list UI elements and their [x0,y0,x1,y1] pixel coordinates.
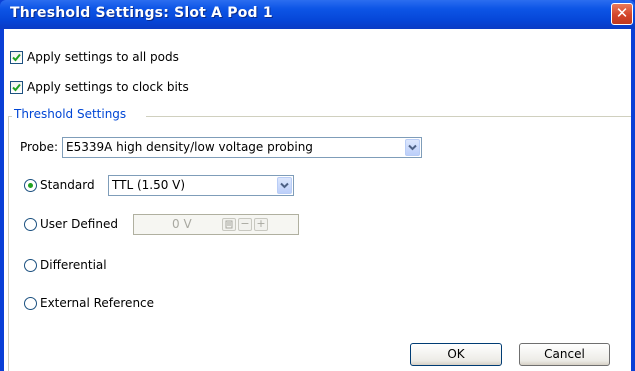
cancel-button[interactable]: Cancel [519,343,610,366]
ok-button[interactable]: OK [410,343,502,366]
differential-label[interactable]: Differential [40,258,107,272]
dialog-window: Threshold Settings: Slot A Pod 1 ✕ Apply… [0,0,635,371]
user-defined-voltage-value: 0 V [172,217,192,231]
close-icon: ✕ [615,4,629,22]
dialog-body: Apply settings to all pods Apply setting… [4,29,631,371]
chevron-down-icon [280,182,289,189]
standard-radio[interactable] [24,179,37,192]
checkmark-icon [12,53,21,62]
apply-clock-bits-label[interactable]: Apply settings to clock bits [27,80,189,94]
external-reference-label[interactable]: External Reference [40,296,154,310]
decrement-button[interactable]: − [238,218,252,231]
group-box-top-border [146,116,631,117]
minus-icon: − [240,217,250,230]
standard-threshold-arrow[interactable] [277,177,292,194]
user-defined-label[interactable]: User Defined [40,217,118,231]
dialog-title: Threshold Settings: Slot A Pod 1 [10,5,273,21]
keypad-button[interactable] [222,218,236,231]
probe-label: Probe: [20,140,59,154]
apply-clock-bits-checkbox[interactable] [10,81,23,94]
group-box-title: Threshold Settings [12,107,129,121]
standard-threshold-value: TTL (1.50 V) [112,178,186,192]
radio-selected-dot [28,183,33,188]
apply-all-pods-label[interactable]: Apply settings to all pods [27,50,179,64]
differential-radio[interactable] [24,259,37,272]
plus-icon: + [256,217,266,230]
increment-button[interactable]: + [254,218,268,231]
apply-all-pods-checkbox[interactable] [10,51,23,64]
chevron-down-icon [408,144,417,151]
standard-threshold-select[interactable]: TTL (1.50 V) [108,175,294,196]
group-box-left-border [8,116,9,371]
standard-label[interactable]: Standard [40,178,95,192]
keypad-icon [225,220,233,229]
close-button[interactable]: ✕ [611,3,633,25]
probe-select-value: E5339A high density/low voltage probing [66,140,313,154]
user-defined-voltage-field[interactable]: 0 V − + [133,214,299,235]
checkmark-icon [12,83,21,92]
title-bar[interactable]: Threshold Settings: Slot A Pod 1 ✕ [0,0,635,29]
probe-select[interactable]: E5339A high density/low voltage probing [62,137,422,158]
probe-select-arrow[interactable] [405,139,420,156]
external-reference-radio[interactable] [24,297,37,310]
user-defined-radio[interactable] [24,218,37,231]
